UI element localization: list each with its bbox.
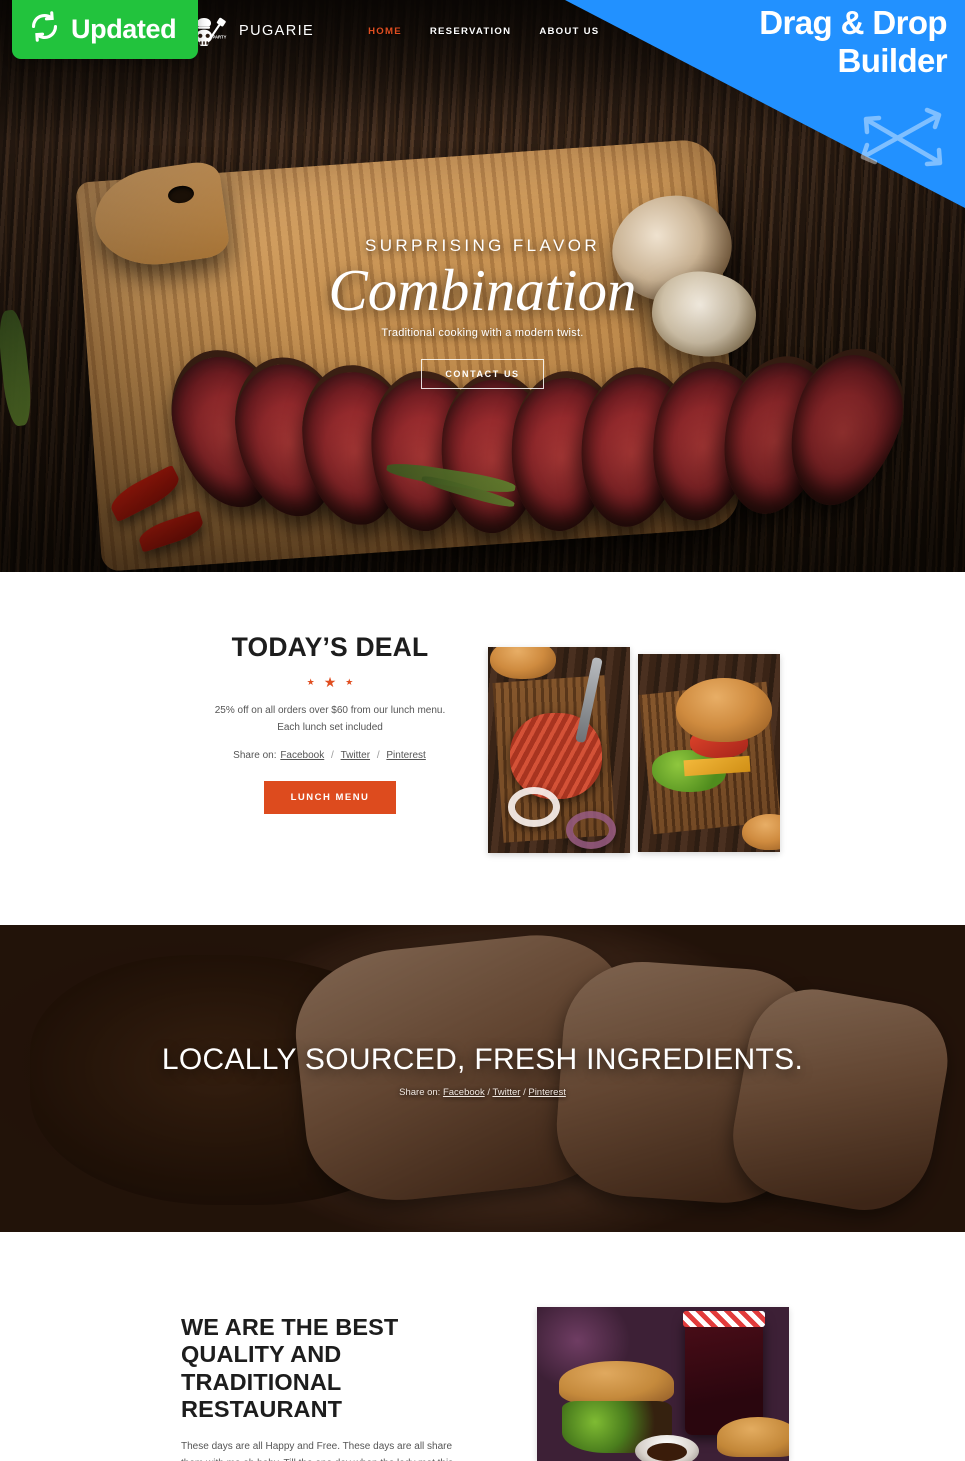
brand-name: PUGARIE xyxy=(239,23,315,39)
jam-jar-lid xyxy=(683,1311,765,1327)
second-burger xyxy=(717,1417,789,1457)
deal-description: 25% off on all orders over $60 from our … xyxy=(214,705,446,733)
landing-page: BBQ PARTY PUGARIE HOME RESERVATION ABOUT… xyxy=(0,0,965,1461)
deal-images xyxy=(488,647,780,853)
share-separator-4: / xyxy=(523,1087,526,1098)
sync-refresh-icon xyxy=(29,11,60,47)
hero-title: Combination xyxy=(328,257,637,323)
parallax-share-row: Share on: Facebook / Twitter / Pinterest xyxy=(0,1087,965,1098)
deal-title: TODAY’S DEAL xyxy=(231,632,429,662)
nav-item-home[interactable]: HOME xyxy=(354,26,416,37)
parallax-title: LOCALLY SOURCED, FRESH INGREDIENTS. xyxy=(161,1043,804,1076)
deal-share-pinterest[interactable]: Pinterest xyxy=(385,750,426,761)
nav-item-reservation[interactable]: RESERVATION xyxy=(416,26,525,37)
about-section: WE ARE THE BEST QUALITY AND TRADITIONAL … xyxy=(0,1232,965,1461)
about-paragraph-1: These days are all Happy and Free. These… xyxy=(181,1440,453,1461)
hero-contact-us-button[interactable]: CONTACT US xyxy=(421,359,544,390)
parallax-share-label: Share on: xyxy=(399,1087,441,1098)
todays-deal-section: TODAY’S DEAL ★ ★ ★ 25% off on all orders o… xyxy=(0,572,965,925)
deal-share-row: Share on: Facebook / Twitter / Pinterest xyxy=(180,750,480,761)
brand[interactable]: BBQ PARTY PUGARIE xyxy=(178,16,314,46)
builder-badge-text: Drag & Drop Builder xyxy=(759,4,947,79)
deal-content: TODAY’S DEAL ★ ★ ★ 25% off on all orders o… xyxy=(180,632,480,814)
deal-share-label: Share on: xyxy=(233,750,277,761)
parallax-copy: LOCALLY SOURCED, FRESH INGREDIENTS. Shar… xyxy=(0,1043,965,1098)
deal-image-patty[interactable] xyxy=(488,647,630,853)
deal-share-twitter[interactable]: Twitter xyxy=(340,750,371,761)
deal-image-cheeseburger[interactable] xyxy=(638,654,780,852)
updated-badge[interactable]: Updated xyxy=(12,0,199,59)
sauce-bowl xyxy=(635,1435,699,1461)
builder-badge-line1: Drag & Drop xyxy=(759,4,947,41)
parallax-share-pinterest[interactable]: Pinterest xyxy=(528,1087,566,1098)
about-image xyxy=(537,1307,789,1461)
share-separator-2: / xyxy=(376,750,380,761)
move-arrows-icon xyxy=(851,100,951,191)
builder-badge-line2: Builder xyxy=(837,41,948,79)
hero-copy: SURPRISING FLAVOR Combination Traditiona… xyxy=(0,236,965,390)
updated-badge-label: Updated xyxy=(71,13,177,44)
parallax-share-twitter[interactable]: Twitter xyxy=(492,1087,520,1098)
hero-subtitle: Traditional cooking with a modern twist. xyxy=(381,327,584,340)
parallax-share-facebook[interactable]: Facebook xyxy=(443,1087,485,1098)
parallax-section: LOCALLY SOURCED, FRESH INGREDIENTS. Shar… xyxy=(0,925,965,1232)
svg-text:PARTY: PARTY xyxy=(213,35,227,40)
drag-drop-builder-badge: Drag & Drop Builder xyxy=(565,0,965,208)
deal-share-facebook[interactable]: Facebook xyxy=(279,750,325,761)
about-content: WE ARE THE BEST QUALITY AND TRADITIONAL … xyxy=(181,1314,476,1461)
about-title: WE ARE THE BEST QUALITY AND TRADITIONAL … xyxy=(181,1314,399,1423)
share-separator-3: / xyxy=(487,1087,490,1098)
share-separator-1: / xyxy=(331,750,334,761)
three-stars-divider: ★ ★ ★ xyxy=(306,674,354,690)
hero-pretitle: SURPRISING FLAVOR xyxy=(364,236,601,255)
lunch-menu-button[interactable]: LUNCH MENU xyxy=(263,781,397,814)
